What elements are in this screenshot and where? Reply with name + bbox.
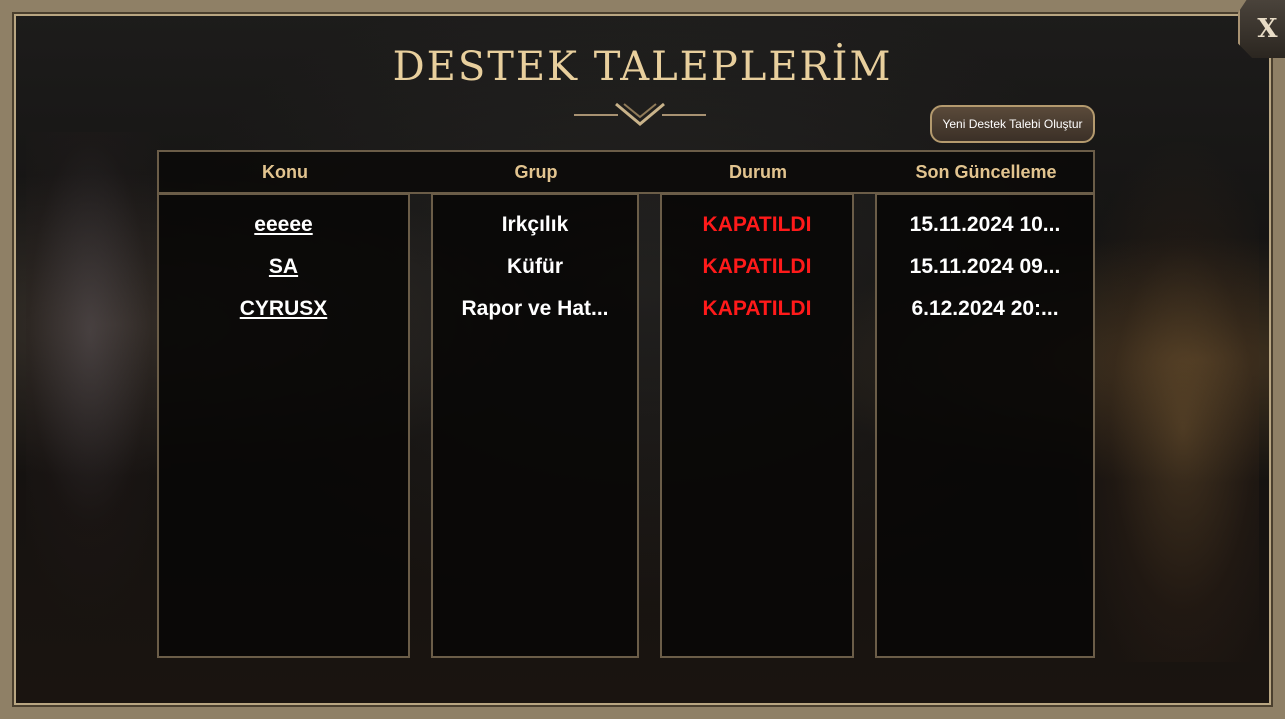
ticket-subject-link[interactable]: eeeee	[159, 213, 408, 237]
ticket-subject-link[interactable]: SA	[159, 255, 408, 279]
ticket-last-update: 15.11.2024 10...	[909, 213, 1061, 236]
background-character-right	[1069, 142, 1259, 662]
table-header: Konu Grup Durum Son Güncelleme	[157, 150, 1095, 194]
column-grup: Irkçılık Küfür Rapor ve Hat...	[431, 193, 639, 658]
column-konu: eeeee SA CYRUSX	[157, 193, 410, 658]
column-header-son-guncelleme: Son Güncelleme	[915, 162, 1057, 182]
ticket-group: Küfür	[507, 255, 563, 278]
title-ornament-icon	[574, 102, 706, 126]
close-icon: X	[1257, 14, 1278, 44]
column-header-konu: Konu	[262, 162, 308, 182]
page-title: DESTEK TALEPLERİM	[392, 44, 893, 90]
new-ticket-button[interactable]: Yeni Destek Talebi Oluştur	[930, 105, 1095, 143]
ticket-status: KAPATILDI	[702, 213, 812, 236]
close-button[interactable]: X	[1238, 0, 1285, 58]
ticket-last-update: 6.12.2024 20:...	[911, 297, 1059, 320]
ticket-status: KAPATILDI	[702, 297, 812, 320]
column-durum: KAPATILDI KAPATILDI KAPATILDI	[660, 193, 854, 658]
ticket-status: KAPATILDI	[702, 255, 812, 278]
ticket-group: Rapor ve Hat...	[461, 297, 609, 320]
column-header-grup: Grup	[514, 162, 558, 182]
ticket-subject-link[interactable]: CYRUSX	[159, 297, 408, 321]
ticket-last-update: 15.11.2024 09...	[909, 255, 1061, 278]
column-son-guncelleme: 15.11.2024 10... 15.11.2024 09... 6.12.2…	[875, 193, 1095, 658]
ticket-group: Irkçılık	[501, 213, 569, 236]
column-header-durum: Durum	[729, 162, 787, 182]
